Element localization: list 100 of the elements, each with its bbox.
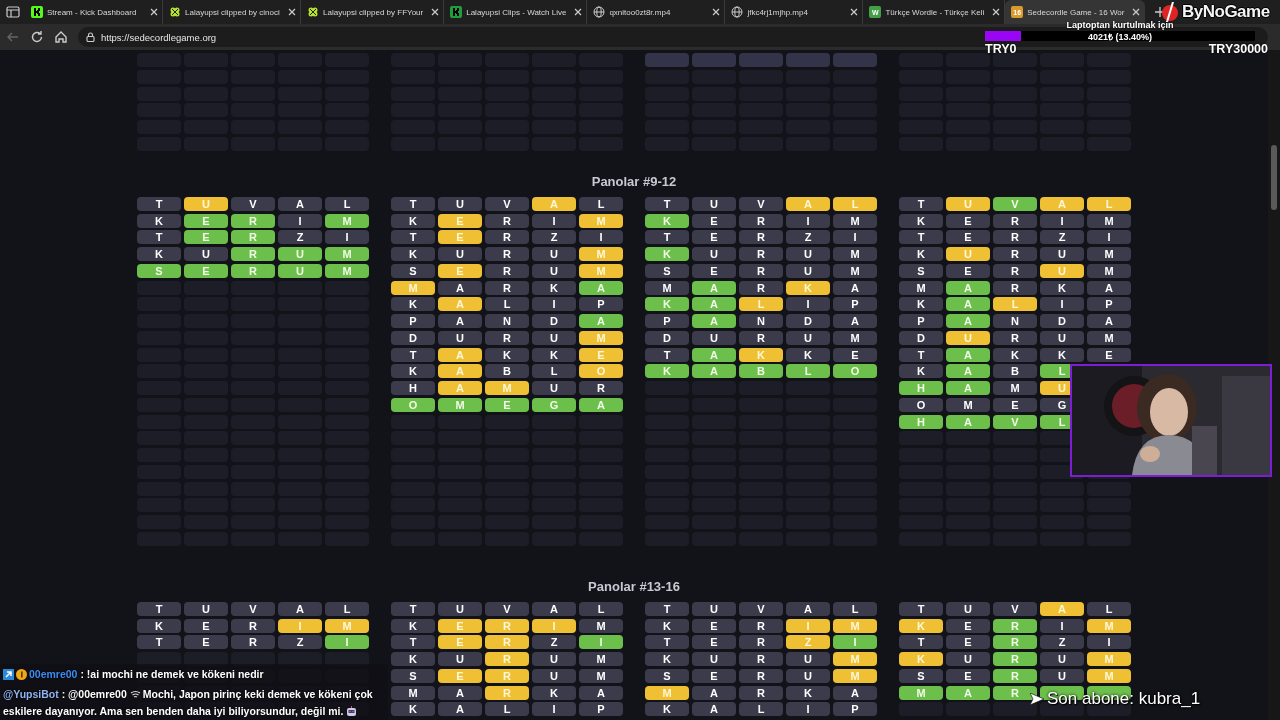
letter-tile: S	[899, 668, 943, 683]
letter-tile: E	[946, 635, 990, 650]
letter-tile: R	[231, 618, 275, 633]
letter-tile: K	[645, 364, 689, 379]
letter-tile: K	[899, 247, 943, 261]
letter-tile: T	[899, 601, 943, 616]
letter-tile: Z	[278, 635, 322, 650]
letter-tile: E	[438, 668, 482, 683]
letter-tile: M	[438, 397, 482, 412]
letter-tile: K	[645, 247, 689, 261]
chat-username[interactable]: 00emre00	[29, 668, 78, 680]
letter-tile: T	[645, 196, 689, 211]
letter-tile: V	[485, 196, 529, 211]
letter-tile: U	[184, 196, 228, 211]
letter-tile: U	[438, 652, 482, 666]
letter-tile: R	[739, 230, 783, 245]
letter-tile: T	[391, 601, 435, 616]
letter-tile: A	[1040, 601, 1084, 616]
letter-tile: K	[391, 213, 435, 228]
letter-tile: M	[579, 618, 623, 633]
letter-tile: T	[391, 196, 435, 211]
letter-tile: I	[1040, 213, 1084, 228]
letter-tile: R	[579, 381, 623, 395]
letter-tile: M	[833, 263, 877, 278]
letter-tile: L	[579, 601, 623, 616]
letter-tile: A	[1087, 314, 1131, 328]
letter-tile: I	[532, 297, 576, 312]
letter-tile: I	[579, 635, 623, 650]
letter-tile: D	[899, 330, 943, 345]
letter-tile: U	[946, 247, 990, 261]
letter-tile: O	[899, 397, 943, 412]
letter-tile: A	[692, 702, 736, 717]
letter-tile: V	[231, 196, 275, 211]
letter-tile: T	[391, 230, 435, 245]
letter-tile: K	[899, 213, 943, 228]
letter-tile: K	[137, 247, 181, 261]
letter-tile: U	[1040, 668, 1084, 683]
letter-tile: U	[532, 652, 576, 666]
letter-tile: R	[739, 652, 783, 666]
letter-tile: D	[532, 314, 576, 328]
letter-tile: E	[485, 397, 529, 412]
chat-username[interactable]: @YupsiBot	[3, 688, 59, 700]
letter-tile: M	[1087, 618, 1131, 633]
letter-tile: M	[1087, 330, 1131, 345]
letter-tile: E	[184, 618, 228, 633]
letter-tile: I	[833, 230, 877, 245]
letter-tile: A	[1040, 196, 1084, 211]
letter-tile: U	[1040, 330, 1084, 345]
letter-tile: R	[993, 618, 1037, 633]
letter-tile: U	[692, 652, 736, 666]
letter-tile: A	[532, 601, 576, 616]
letter-tile: U	[786, 330, 830, 345]
letter-tile: K	[137, 213, 181, 228]
letter-tile: R	[739, 280, 783, 295]
letter-tile: E	[993, 397, 1037, 412]
letter-tile: K	[786, 685, 830, 700]
letter-tile: E	[579, 347, 623, 362]
letter-tile: R	[739, 247, 783, 261]
letter-tile: M	[325, 247, 369, 261]
letter-tile: U	[786, 652, 830, 666]
section-title: Panolar #13-16	[588, 578, 680, 595]
letter-tile: U	[692, 247, 736, 261]
letter-tile: E	[438, 618, 482, 633]
letter-tile: Z	[786, 635, 830, 650]
letter-tile: E	[692, 213, 736, 228]
letter-tile: P	[833, 297, 877, 312]
letter-tile: U	[1040, 263, 1084, 278]
letter-tile: A	[946, 280, 990, 295]
letter-tile: I	[532, 213, 576, 228]
letter-tile: A	[692, 347, 736, 362]
letter-tile: S	[899, 263, 943, 278]
letter-tile: U	[692, 601, 736, 616]
letter-tile: M	[579, 330, 623, 345]
letter-tile: R	[739, 263, 783, 278]
letter-tile: M	[899, 280, 943, 295]
letter-tile: K	[391, 297, 435, 312]
letter-tile: K	[391, 364, 435, 379]
letter-tile: A	[438, 364, 482, 379]
letter-tile: R	[485, 247, 529, 261]
letter-tile: R	[993, 330, 1037, 345]
letter-tile: S	[645, 263, 689, 278]
letter-tile: E	[692, 263, 736, 278]
letter-tile: B	[739, 364, 783, 379]
letter-tile: I	[325, 230, 369, 245]
letter-tile: M	[391, 685, 435, 700]
letter-tile: R	[993, 685, 1037, 700]
letter-tile: I	[532, 618, 576, 633]
letter-tile: M	[579, 263, 623, 278]
letter-tile: N	[485, 314, 529, 328]
letter-tile: R	[993, 652, 1037, 666]
letter-tile: U	[692, 330, 736, 345]
letter-tile: A	[786, 196, 830, 211]
letter-tile: V	[993, 601, 1037, 616]
letter-tile: R	[739, 213, 783, 228]
letter-tile: U	[532, 247, 576, 261]
letter-tile: M	[1087, 668, 1131, 683]
letter-tile: M	[1087, 652, 1131, 666]
letter-tile: I	[1040, 297, 1084, 312]
letter-tile: E	[946, 230, 990, 245]
letter-tile: A	[833, 280, 877, 295]
